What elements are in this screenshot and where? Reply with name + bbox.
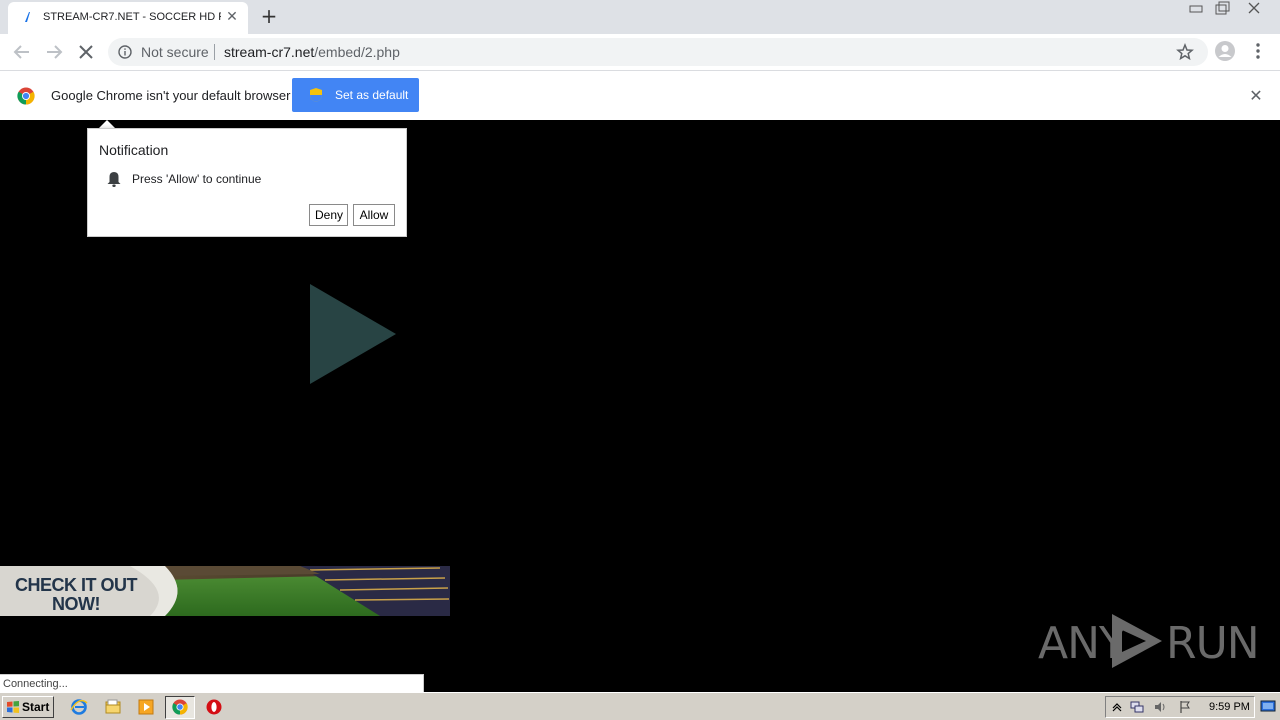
allow-button[interactable]: Allow bbox=[353, 204, 395, 226]
url-host: stream-cr7.net bbox=[224, 44, 315, 60]
window-close-button[interactable] bbox=[1236, 0, 1272, 18]
show-desktop-icon[interactable] bbox=[1260, 698, 1276, 714]
action-center-flag-icon[interactable] bbox=[1178, 700, 1192, 714]
bookmark-star-icon[interactable] bbox=[1176, 43, 1194, 61]
notification-title: Notification bbox=[99, 142, 169, 158]
ad-banner-line1: CHECK IT OUT bbox=[15, 575, 138, 595]
more-options-icon[interactable] bbox=[1250, 42, 1266, 60]
tab-close-button[interactable]: ✕ bbox=[224, 9, 240, 25]
infobar-close-button[interactable]: ✕ bbox=[1247, 87, 1265, 105]
tab-strip: STREAM-CR7.NET - SOCCER HD Pla ✕ + bbox=[0, 0, 1280, 34]
anyrun-watermark: ANY RUN bbox=[1038, 608, 1260, 674]
start-label: Start bbox=[22, 700, 50, 714]
windows-taskbar: Start 9:59 PM bbox=[0, 692, 1280, 720]
profile-avatar-icon[interactable] bbox=[1214, 40, 1236, 62]
file-explorer-icon[interactable] bbox=[104, 698, 122, 716]
volume-icon[interactable] bbox=[1153, 700, 1167, 714]
browser-tab[interactable]: STREAM-CR7.NET - SOCCER HD Pla ✕ bbox=[8, 2, 248, 34]
new-tab-button[interactable]: + bbox=[258, 6, 280, 28]
taskbar-clock[interactable]: 9:59 PM bbox=[1209, 701, 1250, 713]
windows-logo-icon bbox=[7, 701, 19, 713]
play-logo-icon bbox=[1112, 614, 1162, 668]
info-icon[interactable] bbox=[118, 45, 132, 59]
media-player-icon[interactable] bbox=[137, 698, 155, 716]
browser-toolbar: Not secure stream-cr7.net/embed/2.php bbox=[0, 34, 1280, 71]
watermark-text-right: RUN bbox=[1166, 618, 1260, 669]
network-icon[interactable] bbox=[1130, 700, 1144, 714]
window-restore-button[interactable] bbox=[1210, 0, 1234, 18]
chrome-taskbar-button[interactable] bbox=[165, 696, 195, 719]
window-minimize-button[interactable] bbox=[1184, 0, 1208, 18]
video-play-icon[interactable] bbox=[310, 284, 398, 384]
back-button[interactable] bbox=[10, 40, 34, 64]
start-button[interactable]: Start bbox=[2, 696, 54, 718]
close-icon bbox=[79, 45, 93, 59]
infobar-message: Google Chrome isn't your default browser bbox=[51, 88, 291, 103]
ad-banner-text: CHECK IT OUT NOW! bbox=[0, 576, 152, 614]
back-arrow-icon bbox=[13, 45, 29, 59]
ad-banner-line2: NOW! bbox=[52, 594, 100, 614]
security-label[interactable]: Not secure bbox=[141, 44, 209, 60]
notification-message: Press 'Allow' to continue bbox=[132, 172, 262, 186]
chrome-logo-icon bbox=[17, 87, 35, 105]
set-as-default-button[interactable]: Set as default bbox=[292, 78, 419, 112]
url-path: /embed/2.php bbox=[314, 44, 400, 60]
forward-button[interactable] bbox=[42, 40, 66, 64]
default-browser-infobar: Google Chrome isn't your default browser… bbox=[0, 71, 1280, 120]
stop-loading-button[interactable] bbox=[74, 40, 98, 64]
notification-permission-popup: Notification Press 'Allow' to continue D… bbox=[87, 128, 407, 237]
omnibox-divider bbox=[214, 44, 215, 60]
deny-button[interactable]: Deny bbox=[309, 204, 348, 226]
set-as-default-label: Set as default bbox=[335, 88, 409, 102]
address-bar[interactable]: Not secure stream-cr7.net/embed/2.php bbox=[108, 38, 1208, 66]
bell-icon bbox=[107, 172, 121, 187]
notification-pointer bbox=[99, 120, 115, 128]
internet-explorer-icon[interactable] bbox=[70, 698, 88, 716]
uac-shield-icon bbox=[310, 88, 322, 102]
show-hidden-icons-icon[interactable] bbox=[1110, 700, 1124, 714]
chrome-icon bbox=[172, 699, 188, 715]
url-text[interactable]: stream-cr7.net/embed/2.php bbox=[224, 44, 400, 60]
tab-title: STREAM-CR7.NET - SOCCER HD Pla bbox=[43, 11, 221, 23]
forward-arrow-icon bbox=[47, 45, 63, 59]
site-favicon-icon bbox=[25, 12, 30, 22]
status-bubble: Connecting... bbox=[0, 674, 424, 692]
opera-icon[interactable] bbox=[205, 698, 223, 716]
